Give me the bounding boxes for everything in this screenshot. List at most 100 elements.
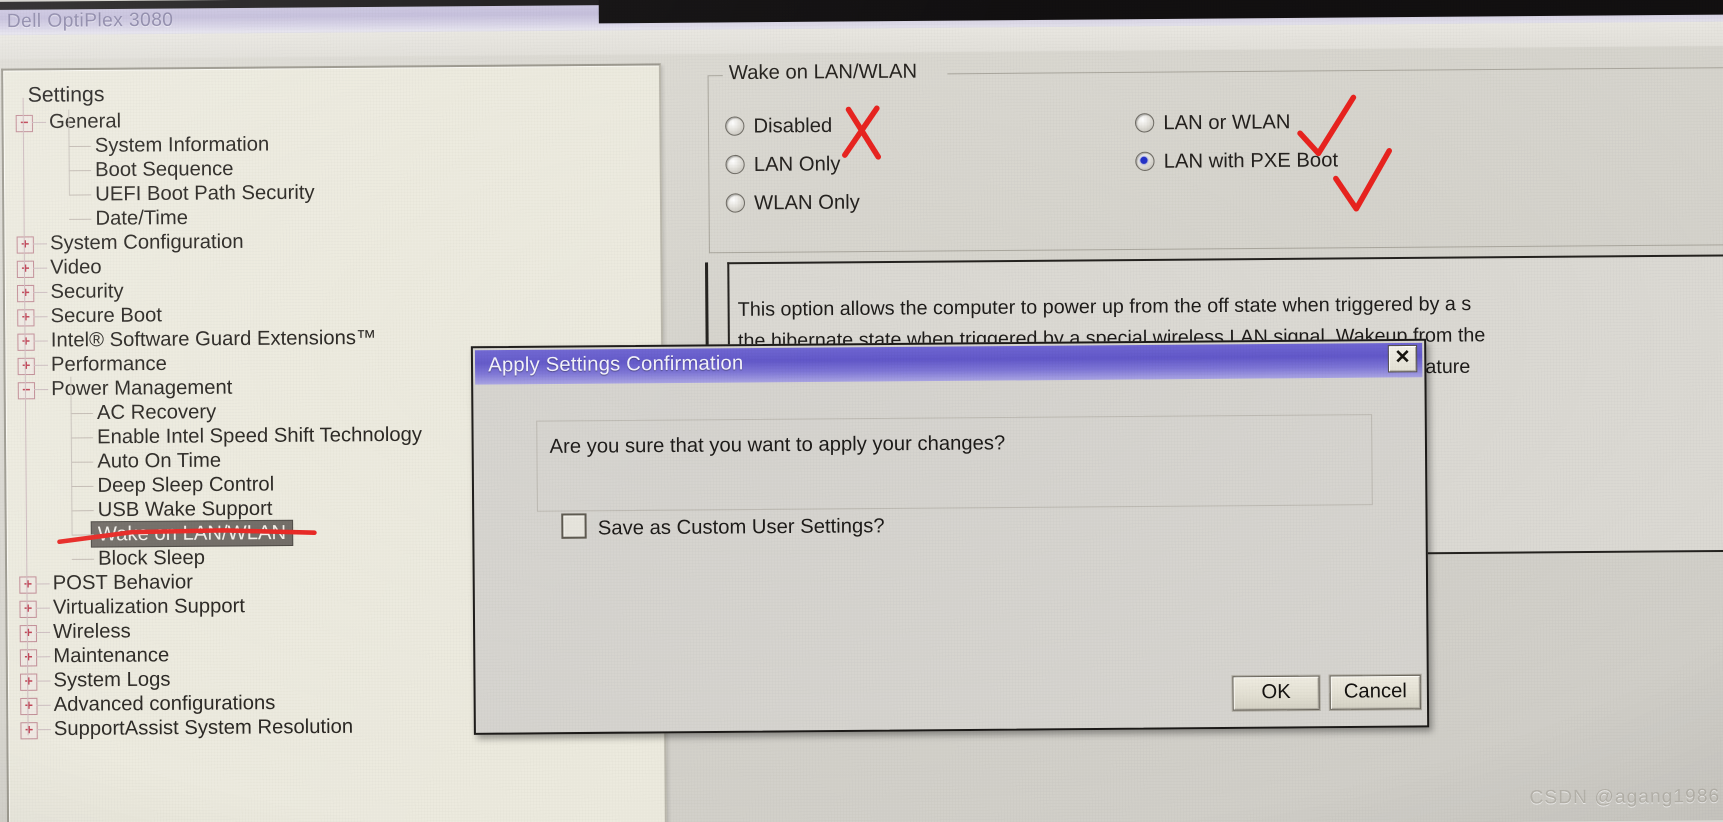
tree-connector bbox=[70, 412, 93, 415]
dialog-titlebar: Apply Settings Confirmation bbox=[474, 342, 1423, 385]
radio-button-icon[interactable] bbox=[725, 154, 745, 175]
expand-icon[interactable]: + bbox=[20, 673, 38, 691]
sidebar-item-label: Maintenance bbox=[53, 644, 170, 668]
tree-connector bbox=[33, 316, 48, 318]
tree-connector bbox=[70, 437, 94, 439]
tree-connector bbox=[33, 291, 48, 294]
expand-icon[interactable]: + bbox=[19, 624, 37, 643]
tree-connector bbox=[68, 194, 92, 196]
tree-connector bbox=[71, 534, 94, 536]
tree-connector bbox=[35, 631, 51, 634]
sidebar-item-label: System Configuration bbox=[49, 230, 244, 255]
sidebar-item-label: Wake on LAN/WLAN bbox=[91, 520, 293, 547]
sidebar-item-label: USB Wake Support bbox=[97, 497, 273, 522]
groupbox-label: Wake on LAN/WLAN bbox=[728, 60, 918, 85]
sidebar-item-label: Wireless bbox=[53, 620, 131, 644]
sidebar-item-label: General bbox=[49, 110, 122, 133]
collapse-icon[interactable]: − bbox=[15, 114, 33, 133]
dialog-message-box: Are you sure that you want to apply your… bbox=[536, 414, 1373, 512]
expand-icon[interactable]: + bbox=[17, 333, 35, 351]
expand-icon[interactable]: + bbox=[19, 575, 37, 594]
expand-icon[interactable]: + bbox=[19, 648, 38, 667]
checkbox-icon[interactable] bbox=[561, 513, 587, 539]
wake-on-lan-radio-group: Disabled LAN Only WLAN Only LAN or WLAN LAN … bbox=[725, 104, 1717, 214]
expand-icon[interactable]: + bbox=[17, 308, 35, 327]
radio-option-label: LAN with PXE Boot bbox=[1163, 149, 1339, 173]
expand-icon[interactable]: + bbox=[16, 235, 34, 254]
window-title: Dell OptiPlex 3080 bbox=[6, 9, 174, 33]
radio-option-label: LAN Only bbox=[753, 153, 841, 177]
tree-connector bbox=[71, 558, 95, 560]
radio-button-icon[interactable] bbox=[1135, 151, 1155, 172]
wake-on-lan-groupbox: Wake on LAN/WLAN Disabled LAN Only WLAN On… bbox=[707, 60, 1723, 254]
expand-icon[interactable]: + bbox=[17, 357, 35, 376]
apply-settings-dialog[interactable]: Apply Settings Confirmation ✕ Are you su… bbox=[470, 338, 1430, 735]
sidebar-item-label: Performance bbox=[50, 352, 167, 376]
close-icon[interactable]: ✕ bbox=[1387, 344, 1418, 373]
sidebar-item-label: Power Management bbox=[51, 376, 233, 401]
radio-option-label: WLAN Only bbox=[754, 191, 860, 215]
sidebar-item-label: SupportAssist System Resolution bbox=[53, 715, 354, 741]
sidebar-item-label: Block Sleep bbox=[97, 546, 206, 570]
sidebar-item-label: System Information bbox=[94, 133, 270, 157]
sidebar-item-label: System Logs bbox=[53, 668, 171, 692]
tree-connector bbox=[36, 680, 51, 682]
expand-icon[interactable]: + bbox=[16, 284, 35, 303]
tree-connector bbox=[68, 170, 91, 172]
tree-connector bbox=[35, 607, 50, 609]
dialog-title: Apply Settings Confirmation bbox=[488, 352, 744, 377]
tree-connector bbox=[33, 340, 48, 342]
sidebar-item-label: Advanced configurations bbox=[53, 691, 276, 716]
tree-connector bbox=[36, 729, 51, 731]
sidebar-item-label: POST Behavior bbox=[52, 571, 194, 595]
tree-connector bbox=[32, 243, 48, 245]
sidebar-item-label: Auto On Time bbox=[97, 449, 222, 473]
sidebar-item-label: AC Recovery bbox=[96, 400, 217, 425]
save-custom-user-settings-checkbox[interactable]: Save as Custom User Settings? bbox=[561, 511, 885, 542]
sidebar-item-label: Date/Time bbox=[95, 206, 189, 230]
tree-connector bbox=[71, 485, 94, 488]
cancel-button[interactable]: Cancel bbox=[1329, 674, 1421, 710]
tree-connector bbox=[33, 267, 48, 269]
sidebar-item-label: Boot Sequence bbox=[94, 157, 234, 182]
tree-connector bbox=[71, 510, 94, 512]
screen-photo: Dell OptiPlex 3080 Settings − General Syst… bbox=[0, 0, 1723, 822]
sidebar-item-label: Secure Boot bbox=[50, 304, 163, 328]
collapse-icon[interactable]: − bbox=[17, 381, 36, 400]
tree-connector bbox=[36, 656, 51, 658]
radio-option-label: Disabled bbox=[753, 114, 833, 138]
radio-button-icon[interactable] bbox=[1134, 113, 1155, 133]
sidebar-item-label: Deep Sleep Control bbox=[97, 473, 275, 497]
checkbox-label: Save as Custom User Settings? bbox=[597, 515, 885, 540]
radio-option-wlan-only[interactable]: WLAN Only bbox=[725, 187, 860, 218]
expand-icon[interactable]: + bbox=[16, 260, 35, 278]
tree-connector bbox=[68, 145, 91, 148]
radio-option-lan-only[interactable]: LAN Only bbox=[725, 149, 841, 180]
sidebar-item-label: Virtualization Support bbox=[52, 594, 246, 619]
radio-option-disabled[interactable]: Disabled bbox=[725, 111, 832, 142]
tree-connector bbox=[36, 704, 51, 706]
sidebar-item-label: Security bbox=[50, 280, 124, 304]
dialog-message: Are you sure that you want to apply your… bbox=[549, 432, 1006, 458]
watermark: CSDN @agang1986 bbox=[1529, 785, 1721, 809]
tree-connector bbox=[33, 389, 49, 391]
expand-icon[interactable]: + bbox=[19, 600, 37, 618]
radio-option-lan-with-pxe-boot[interactable]: LAN with PXE Boot bbox=[1135, 145, 1338, 177]
sidebar-item-label: Intel® Software Guard Extensions™ bbox=[50, 326, 377, 352]
radio-button-icon[interactable] bbox=[725, 193, 746, 213]
tree-connector bbox=[70, 461, 94, 463]
groupbox-border-left bbox=[708, 75, 723, 77]
expand-icon[interactable]: + bbox=[20, 721, 38, 740]
tree-connector bbox=[69, 218, 92, 220]
tree-connector bbox=[35, 583, 50, 585]
radio-option-lan-or-wlan[interactable]: LAN or WLAN bbox=[1134, 107, 1291, 139]
ok-button[interactable]: OK bbox=[1232, 675, 1320, 711]
tree-connector bbox=[33, 364, 48, 366]
sidebar-item-label: Enable Intel Speed Shift Technology bbox=[97, 423, 423, 449]
sidebar-item-label: UEFI Boot Path Security bbox=[95, 181, 315, 206]
radio-button-icon[interactable] bbox=[725, 116, 745, 136]
expand-icon[interactable]: + bbox=[20, 697, 38, 716]
radio-option-label: LAN or WLAN bbox=[1163, 111, 1291, 135]
tree-connector bbox=[31, 121, 47, 124]
sidebar-item-label: Video bbox=[50, 256, 102, 279]
